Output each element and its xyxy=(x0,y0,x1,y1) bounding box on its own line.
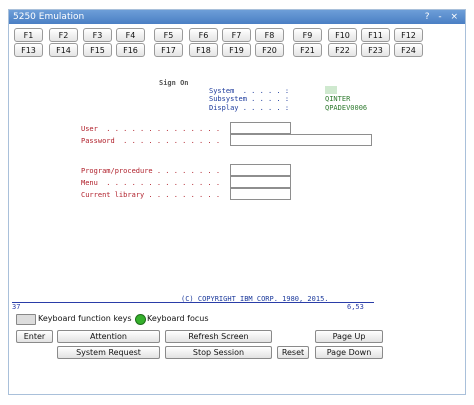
function-key-f6[interactable]: F6 xyxy=(189,28,218,42)
user-label: User . . . . . . . . . . . . . . xyxy=(81,125,221,133)
window-title: 5250 Emulation xyxy=(13,12,85,22)
program-input[interactable] xyxy=(230,164,291,176)
function-key-f24[interactable]: F24 xyxy=(394,43,423,57)
title-bar: 5250 Emulation ? - × xyxy=(9,10,465,24)
function-key-f15[interactable]: F15 xyxy=(83,43,112,57)
function-key-f14[interactable]: F14 xyxy=(49,43,78,57)
refresh-screen-button[interactable]: Refresh Screen xyxy=(165,330,272,343)
user-input[interactable] xyxy=(230,122,291,134)
function-key-f12[interactable]: F12 xyxy=(394,28,423,42)
display-value: QPADEV0006 xyxy=(325,104,368,112)
function-key-f4[interactable]: F4 xyxy=(116,28,145,42)
function-key-f5[interactable]: F5 xyxy=(154,28,183,42)
library-label: Current library . . . . . . . . . xyxy=(81,191,221,199)
function-key-f3[interactable]: F3 xyxy=(83,28,112,42)
reset-button[interactable]: Reset xyxy=(277,346,309,359)
keyboard-focus-label[interactable]: Keyboard focus xyxy=(147,314,209,323)
window-controls[interactable]: ? - × xyxy=(425,10,461,24)
library-input[interactable] xyxy=(230,188,291,200)
password-label: Password . . . . . . . . . . . . xyxy=(81,137,221,145)
password-input[interactable] xyxy=(230,134,372,146)
function-key-f20[interactable]: F20 xyxy=(255,43,284,57)
function-key-f19[interactable]: F19 xyxy=(222,43,251,57)
terminal-screen: Sign On System . . . . . : Subsystem . .… xyxy=(9,70,467,303)
function-key-f21[interactable]: F21 xyxy=(293,43,322,57)
function-key-f13[interactable]: F13 xyxy=(14,43,43,57)
keyboard-function-keys-label[interactable]: Keyboard function keys xyxy=(38,314,132,323)
cursor-position: 6,53 xyxy=(347,303,364,311)
emulator-window: 5250 Emulation ? - × Sign On System . . … xyxy=(8,9,466,395)
function-key-f17[interactable]: F17 xyxy=(154,43,183,57)
function-key-f11[interactable]: F11 xyxy=(361,28,390,42)
system-request-button[interactable]: System Request xyxy=(57,346,160,359)
subsystem-label: Subsystem . . . . : xyxy=(209,95,290,103)
focus-indicator-icon xyxy=(135,314,146,325)
status-left: 37 xyxy=(12,303,21,311)
menu-label: Menu . . . . . . . . . . . . . . xyxy=(81,179,221,187)
signon-heading: Sign On xyxy=(159,79,189,87)
page-up-button[interactable]: Page Up xyxy=(315,330,383,343)
subsystem-value: QINTER xyxy=(325,95,351,103)
function-key-f8[interactable]: F8 xyxy=(255,28,284,42)
function-key-f18[interactable]: F18 xyxy=(189,43,218,57)
system-value-redacted xyxy=(325,86,337,94)
attention-button[interactable]: Attention xyxy=(57,330,160,343)
function-key-f1[interactable]: F1 xyxy=(14,28,43,42)
function-key-f16[interactable]: F16 xyxy=(116,43,145,57)
function-key-f22[interactable]: F22 xyxy=(328,43,357,57)
page-down-button[interactable]: Page Down xyxy=(315,346,383,359)
enter-button[interactable]: Enter xyxy=(16,330,53,343)
system-label: System . . . . . : xyxy=(209,87,290,95)
function-key-f2[interactable]: F2 xyxy=(49,28,78,42)
stop-session-button[interactable]: Stop Session xyxy=(165,346,272,359)
function-key-f10[interactable]: F10 xyxy=(328,28,357,42)
function-key-f23[interactable]: F23 xyxy=(361,43,390,57)
keyboard-icon[interactable] xyxy=(16,314,36,325)
status-line xyxy=(12,302,374,303)
menu-input[interactable] xyxy=(230,176,291,188)
function-key-f9[interactable]: F9 xyxy=(293,28,322,42)
program-label: Program/procedure . . . . . . . . xyxy=(81,167,221,175)
function-key-f7[interactable]: F7 xyxy=(222,28,251,42)
display-label: Display . . . . . : xyxy=(209,104,290,112)
